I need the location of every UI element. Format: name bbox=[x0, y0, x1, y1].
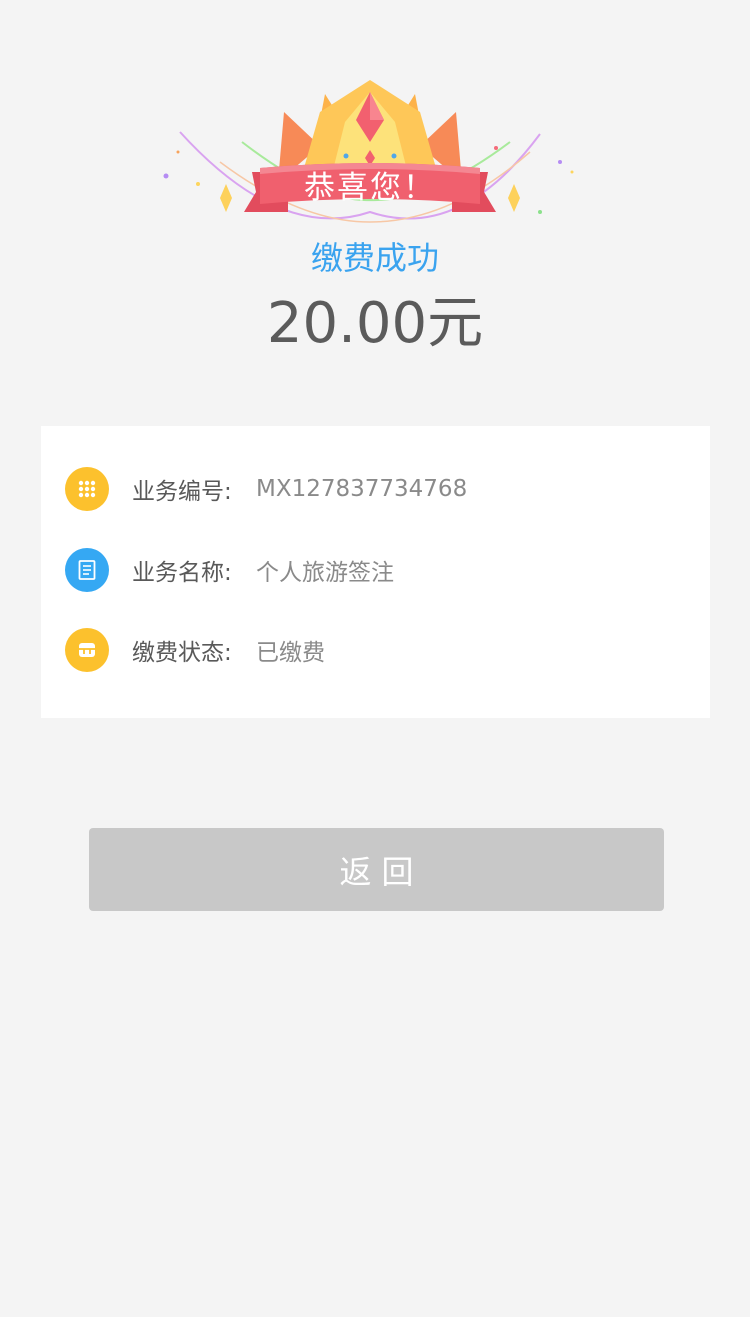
payment-status-label: 缴费状态: bbox=[132, 640, 232, 666]
business-name-value: 个人旅游签注 bbox=[256, 560, 394, 586]
business-number-label: 业务编号: bbox=[132, 479, 232, 505]
success-banner: 恭喜您！ bbox=[160, 72, 580, 232]
wallet-icon bbox=[65, 628, 109, 672]
detail-row-payment-status: 缴费状态: 已缴费 bbox=[65, 628, 685, 672]
payment-status-title: 缴费成功 bbox=[310, 239, 439, 277]
keypad-icon bbox=[65, 467, 109, 511]
document-icon bbox=[65, 548, 109, 592]
payment-success-page: 恭喜您！ 缴费成功 20.00元 业务编号: MX127837734768 业务… bbox=[0, 0, 750, 1317]
payment-details-card: 业务编号: MX127837734768 业务名称: 个人旅游签注 缴费状态: … bbox=[41, 426, 710, 718]
crown-ribbon-illustration bbox=[163, 80, 574, 223]
ribbon-congrats-text: 恭喜您！ bbox=[304, 170, 436, 206]
back-button[interactable]: 返回 bbox=[89, 828, 664, 911]
payment-status-value: 已缴费 bbox=[256, 640, 325, 666]
business-name-label: 业务名称: bbox=[132, 560, 232, 586]
detail-row-business-number: 业务编号: MX127837734768 bbox=[65, 467, 685, 511]
business-number-value: MX127837734768 bbox=[256, 476, 468, 502]
detail-row-business-name: 业务名称: 个人旅游签注 bbox=[65, 548, 685, 592]
payment-amount: 20.00元 bbox=[266, 291, 484, 356]
